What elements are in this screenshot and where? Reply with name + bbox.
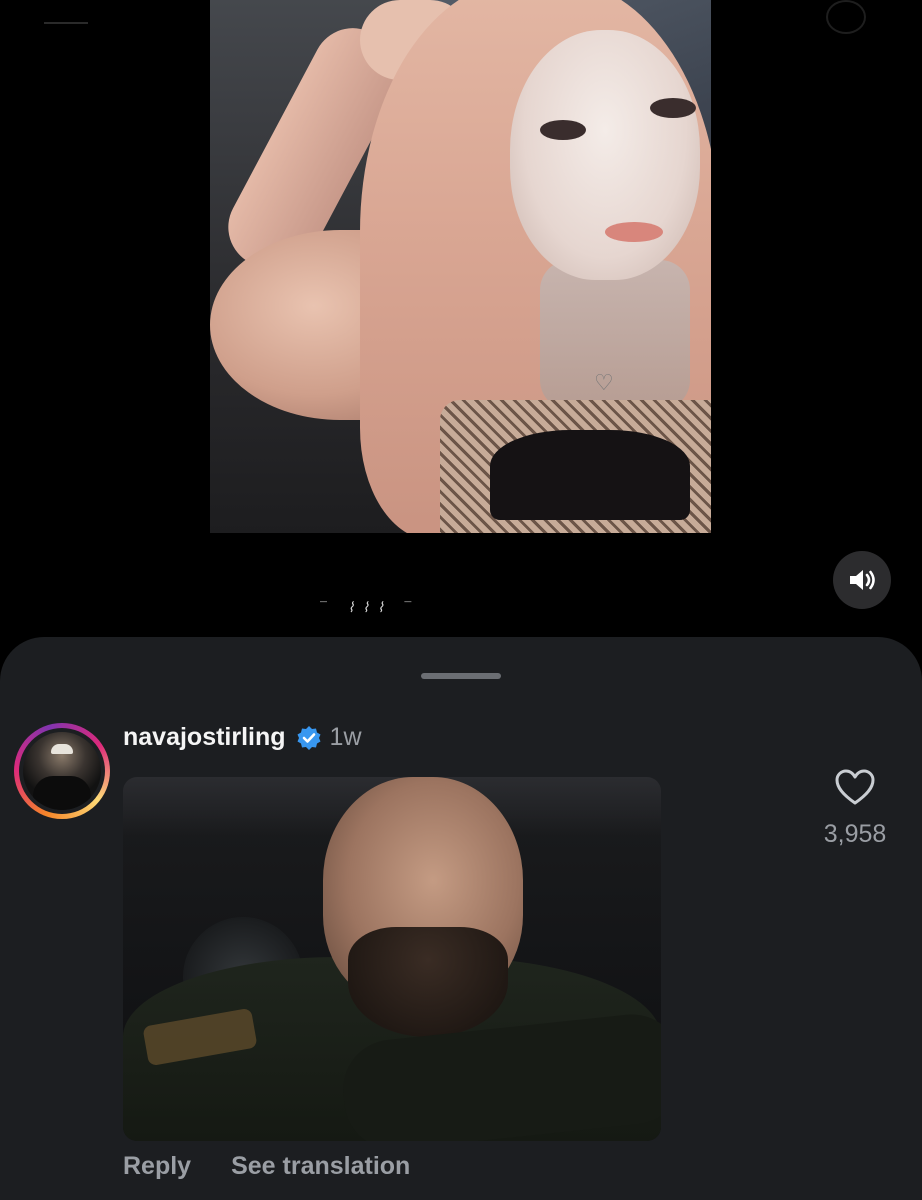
heart-outline-icon[interactable]: [834, 767, 876, 809]
comments-sheet: navajostirling 1w 3,958 Reply See transl…: [0, 637, 922, 1200]
reply-button[interactable]: Reply: [123, 1152, 191, 1181]
sheet-drag-handle[interactable]: [421, 673, 501, 679]
heart-necklace-icon: ♡: [594, 370, 614, 395]
reel-comments-screen: ♡ ‾ ⌇⌇⌇ ‾ navajostirling 1w 3,958 Reply …: [0, 0, 922, 1200]
avatar: [23, 732, 101, 810]
comment-gif[interactable]: [123, 777, 661, 1141]
verified-badge-icon: [297, 725, 321, 750]
reel-eye-left: [540, 120, 586, 140]
avatar-story-ring[interactable]: [14, 723, 110, 819]
sound-toggle-button[interactable]: [833, 551, 891, 609]
reel-lips: [605, 222, 663, 242]
reel-video[interactable]: ♡: [210, 0, 711, 533]
reel-face: [510, 30, 700, 280]
speaker-volume-icon: [850, 570, 875, 590]
comment-timestamp: 1w: [329, 723, 362, 751]
settings-icon[interactable]: [826, 0, 866, 34]
reel-black-top: [490, 430, 690, 520]
avatar-ring-gap: [19, 728, 105, 814]
comment-header: navajostirling 1w: [123, 723, 362, 752]
see-translation-button[interactable]: See translation: [231, 1152, 410, 1181]
comment-username[interactable]: navajostirling: [123, 723, 286, 752]
reel-caption-scribble: ‾ ⌇⌇⌇ ‾: [320, 600, 420, 616]
gif-beard: [348, 927, 508, 1037]
like-count: 3,958: [823, 820, 887, 848]
back-icon[interactable]: [44, 0, 88, 24]
comment-actions: Reply See translation: [123, 1152, 410, 1181]
reel-eye-right: [650, 98, 696, 118]
avatar-body: [33, 776, 91, 810]
reel-neck: [540, 260, 690, 410]
avatar-hair: [51, 744, 73, 754]
